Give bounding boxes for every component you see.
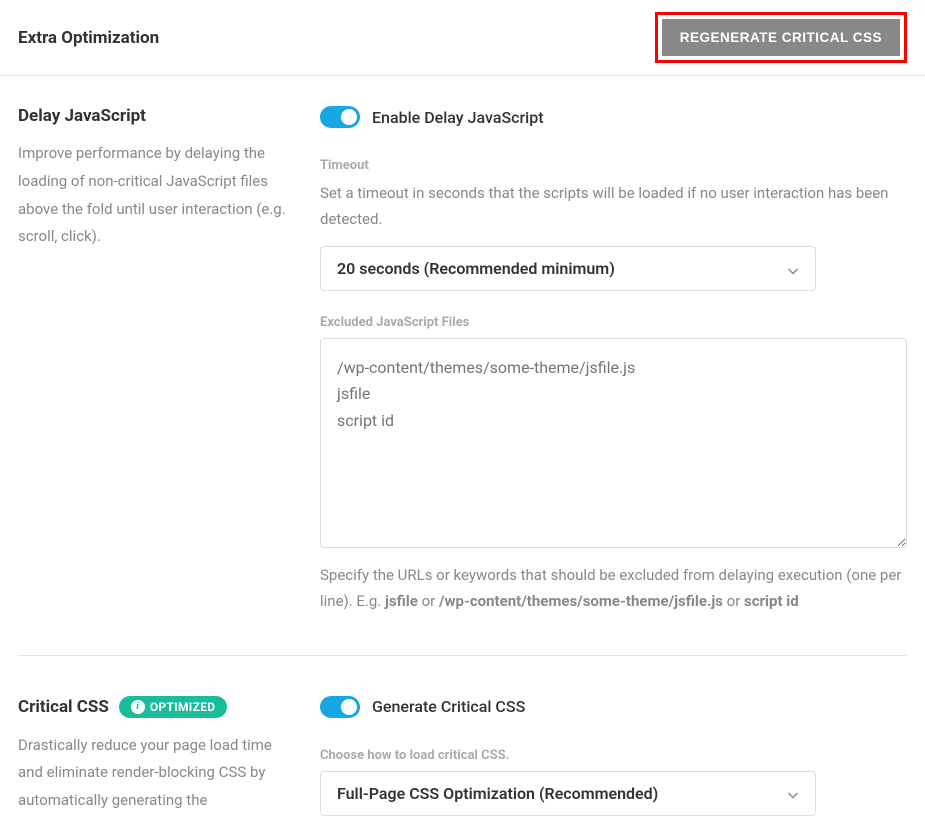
- timeout-select-value: 20 seconds (Recommended minimum): [337, 259, 615, 278]
- excluded-files-label: Excluded JavaScript Files: [320, 315, 907, 330]
- section-body: Enable Delay JavaScript Timeout Set a ti…: [320, 106, 907, 615]
- section-title-text: Critical CSS: [18, 697, 109, 717]
- toggle-label: Enable Delay JavaScript: [372, 108, 544, 127]
- badge-text: OPTIMIZED: [150, 700, 216, 714]
- content-area: Delay JavaScript Improve performance by …: [0, 76, 925, 816]
- generate-critical-css-toggle[interactable]: [320, 696, 360, 718]
- optimized-badge: i OPTIMIZED: [119, 696, 228, 718]
- highlighted-button-frame: REGENERATE CRITICAL CSS: [655, 12, 907, 63]
- timeout-description: Set a timeout in seconds that the script…: [320, 181, 907, 232]
- section-sidebar: Delay JavaScript Improve performance by …: [18, 106, 290, 615]
- enable-delay-js-toggle[interactable]: [320, 106, 360, 128]
- enable-delay-js-row: Enable Delay JavaScript: [320, 106, 907, 128]
- section-description: Improve performance by delaying the load…: [18, 140, 290, 251]
- excluded-files-hint: Specify the URLs or keywords that should…: [320, 562, 907, 615]
- chevron-down-icon: [787, 263, 799, 275]
- toggle-label: Generate Critical CSS: [372, 697, 525, 716]
- excluded-files-textarea[interactable]: [320, 338, 907, 548]
- section-description: Drastically reduce your page load time a…: [18, 732, 290, 815]
- critical-css-mode-select[interactable]: Full-Page CSS Optimization (Recommended): [320, 771, 816, 816]
- section-title: Critical CSS i OPTIMIZED: [18, 696, 290, 718]
- info-icon: i: [131, 700, 145, 714]
- section-title: Delay JavaScript: [18, 106, 290, 126]
- timeout-label: Timeout: [320, 158, 907, 173]
- regenerate-critical-css-button[interactable]: REGENERATE CRITICAL CSS: [662, 19, 900, 56]
- chevron-down-icon: [787, 787, 799, 799]
- generate-critical-css-row: Generate Critical CSS: [320, 696, 907, 718]
- critical-css-mode-value: Full-Page CSS Optimization (Recommended): [337, 784, 658, 803]
- page-header: Extra Optimization REGENERATE CRITICAL C…: [0, 0, 925, 76]
- section-sidebar: Critical CSS i OPTIMIZED Drastically red…: [18, 696, 290, 816]
- choose-load-label: Choose how to load critical CSS.: [320, 748, 907, 763]
- critical-css-section: Critical CSS i OPTIMIZED Drastically red…: [18, 696, 907, 816]
- page-title: Extra Optimization: [18, 28, 159, 48]
- timeout-select[interactable]: 20 seconds (Recommended minimum): [320, 246, 816, 291]
- delay-javascript-section: Delay JavaScript Improve performance by …: [18, 106, 907, 656]
- section-body: Generate Critical CSS Choose how to load…: [320, 696, 907, 816]
